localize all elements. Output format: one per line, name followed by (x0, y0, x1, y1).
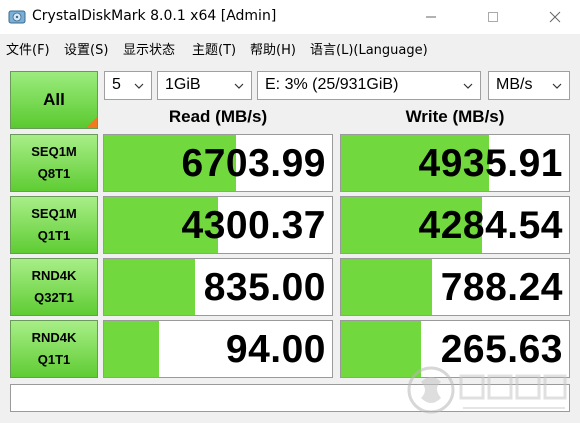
menu-help[interactable]: 帮助(H) (250, 39, 296, 58)
test-queue: Q1T1 (37, 228, 71, 243)
menu-theme[interactable]: 主题(T) (192, 39, 236, 58)
test-queue: Q8T1 (37, 166, 71, 181)
unit-select[interactable]: MB/s (488, 71, 570, 100)
close-icon (549, 11, 561, 23)
test-button-seq1m-q1t1[interactable]: SEQ1M Q1T1 (10, 196, 98, 254)
chevron-down-icon (134, 83, 144, 89)
test-size-value: 1GiB (165, 76, 201, 93)
minimize-button[interactable] (408, 0, 454, 34)
all-button[interactable]: All (10, 71, 98, 129)
write-result-cell: 4935.91 (340, 134, 570, 192)
drive-select[interactable]: E: 3% (25/931GiB) (257, 71, 481, 100)
read-result-bar (104, 321, 159, 377)
disk-icon (8, 10, 26, 24)
menu-bar: 文件(F) 设置(S) 显示状态 主题(T) 帮助(H) 语言(L)(Langu… (0, 34, 580, 62)
read-result-value: 6703.99 (181, 142, 326, 185)
all-button-label: All (43, 90, 65, 109)
window-title: CrystalDiskMark 8.0.1 x64 [Admin] (32, 8, 277, 24)
close-button[interactable] (532, 0, 578, 34)
watermark-logo (407, 366, 567, 414)
read-result-value: 4300.37 (181, 204, 326, 247)
chevron-down-icon (234, 83, 244, 89)
read-result-bar (104, 259, 196, 315)
maximize-button[interactable] (470, 0, 516, 34)
maximize-icon (488, 12, 498, 22)
test-button-rnd4k-q1t1[interactable]: RND4K Q1T1 (10, 320, 98, 378)
test-count-select[interactable]: 5 (104, 71, 152, 100)
test-name: RND4K (31, 330, 77, 345)
minimize-icon (426, 16, 436, 18)
menu-language[interactable]: 语言(L)(Language) (310, 39, 428, 58)
write-result-bar (341, 259, 433, 315)
read-result-value: 94.00 (225, 328, 326, 371)
write-column-header: Write (MB/s) (405, 107, 505, 126)
read-column-header: Read (MB/s) (168, 107, 268, 126)
chevron-down-icon (463, 83, 473, 89)
unit-value: MB/s (496, 76, 533, 93)
test-button-rnd4k-q32t1[interactable]: RND4K Q32T1 (10, 258, 98, 316)
read-result-cell: 835.00 (103, 258, 333, 316)
test-count-value: 5 (112, 76, 121, 93)
all-corner-marker (86, 117, 97, 128)
test-size-select[interactable]: 1GiB (157, 71, 252, 100)
menu-settings[interactable]: 设置(S) (64, 39, 108, 58)
read-result-value: 835.00 (203, 266, 326, 309)
write-result-cell: 788.24 (340, 258, 570, 316)
title-bar: CrystalDiskMark 8.0.1 x64 [Admin] (0, 0, 580, 34)
write-result-value: 4935.91 (418, 142, 563, 185)
test-name: SEQ1M (31, 144, 77, 159)
drive-value: E: 3% (25/931GiB) (265, 76, 399, 93)
test-queue: Q1T1 (37, 352, 71, 367)
chevron-down-icon (552, 83, 562, 89)
write-result-cell: 4284.54 (340, 196, 570, 254)
menu-file[interactable]: 文件(F) (6, 39, 50, 58)
read-result-cell: 4300.37 (103, 196, 333, 254)
test-queue: Q32T1 (34, 290, 74, 305)
menu-display-status[interactable]: 显示状态 (123, 39, 175, 58)
write-result-value: 4284.54 (418, 204, 563, 247)
test-name: SEQ1M (31, 206, 77, 221)
test-name: RND4K (31, 268, 77, 283)
test-button-seq1m-q8t1[interactable]: SEQ1M Q8T1 (10, 134, 98, 192)
read-result-cell: 94.00 (103, 320, 333, 378)
read-result-cell: 6703.99 (103, 134, 333, 192)
write-result-value: 788.24 (440, 266, 563, 309)
